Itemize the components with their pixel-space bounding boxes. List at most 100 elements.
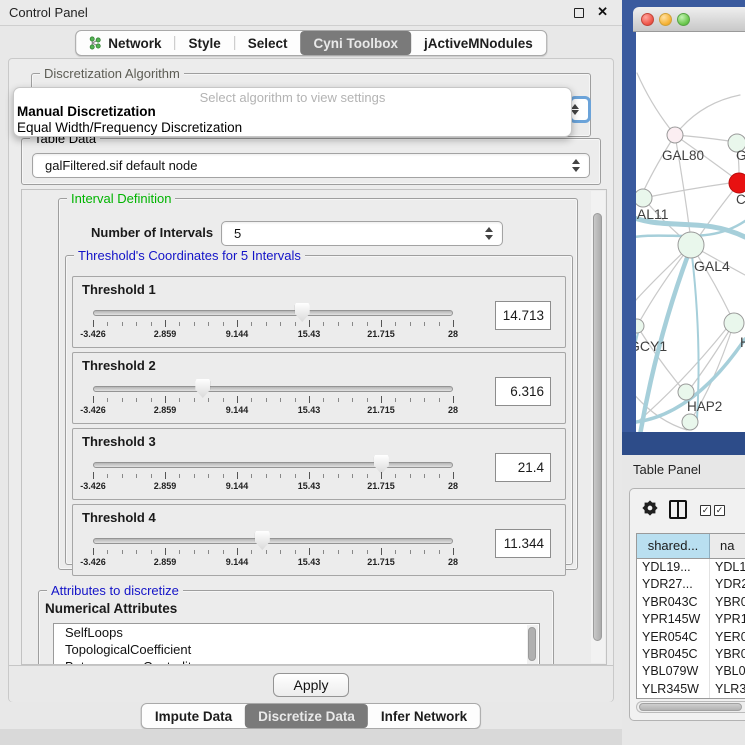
network-node[interactable] <box>667 127 683 143</box>
table-row[interactable]: YER054CYER0 <box>637 629 745 646</box>
table-data-select[interactable]: galFiltered.sif default node <box>32 153 590 178</box>
scrollbar-thumb[interactable] <box>639 703 742 711</box>
split-panel-icon[interactable] <box>669 500 687 519</box>
zoom-traffic-light-icon[interactable] <box>677 13 690 26</box>
tick-mark <box>280 550 281 554</box>
numerical-attributes-label: Numerical Attributes <box>45 601 177 616</box>
tick-mark <box>251 550 252 554</box>
tick-mark <box>107 550 108 554</box>
dropdown-option[interactable]: Manual Discretization <box>14 104 571 120</box>
threshold-value-field[interactable]: 21.4 <box>495 453 551 482</box>
network-window-titlebar[interactable] <box>633 7 745 32</box>
scrollbar-thumb[interactable] <box>593 213 602 641</box>
close-icon[interactable]: ✕ <box>597 4 608 20</box>
tab-cyni-toolbox[interactable]: Cyni Toolbox <box>301 31 412 55</box>
group-title-attributes: Attributes to discretize <box>47 583 183 598</box>
tab-network[interactable]: Network <box>76 31 174 55</box>
attribute-list-item[interactable]: TopologicalCoefficient <box>54 641 539 658</box>
threshold-value-field[interactable]: 11.344 <box>495 529 551 558</box>
node-table: shared...naYDL19...YDL1YDR27...YDR2YBR04… <box>636 533 745 699</box>
cyni-toolbox-panel: Discretization Algorithm Table Data galF… <box>8 58 614 702</box>
table-horizontal-scrollbar[interactable] <box>636 701 745 713</box>
column-header-name[interactable]: na <box>710 534 745 558</box>
tab-infer-network[interactable]: Infer Network <box>368 704 480 728</box>
minimize-traffic-light-icon[interactable] <box>659 13 672 26</box>
tick-mark <box>295 474 296 478</box>
table-cell: YER0 <box>710 629 745 646</box>
slider-tick-labels: -3.4262.8599.14415.4321.71528 <box>93 329 453 341</box>
tick-mark <box>410 474 411 478</box>
tick-label: 9.144 <box>226 557 249 567</box>
tick-mark <box>323 474 324 478</box>
slider-track <box>93 462 453 468</box>
network-canvas[interactable]: GAL80GACGAL11GAL4GCY1HHAP2 <box>636 32 745 432</box>
threshold-value-field[interactable]: 14.713 <box>495 301 551 330</box>
tick-label: 2.859 <box>154 481 177 491</box>
attribute-list-item[interactable]: BetweennessCentrality <box>54 658 539 665</box>
tab-style[interactable]: Style <box>175 31 233 55</box>
table-cell: YBR043C <box>637 594 710 611</box>
scrollbar-thumb[interactable] <box>528 627 536 661</box>
apply-button[interactable]: Apply <box>273 673 349 697</box>
settings-scrollpane: Interval Definition Number of Intervals … <box>21 189 607 665</box>
table-row[interactable]: YDL19...YDL1 <box>637 559 745 576</box>
threshold-slider[interactable]: -3.4262.8599.14415.4321.71528 <box>87 377 459 421</box>
close-traffic-light-icon[interactable] <box>641 13 654 26</box>
tick-label: 9.144 <box>226 329 249 339</box>
tick-mark <box>208 474 209 478</box>
table-panel-region: Table Panel ✓ ✓ shared...naYDL19...YDL1Y… <box>622 455 745 745</box>
slider-track <box>93 386 453 392</box>
number-of-intervals-spinner[interactable]: 5 <box>221 221 503 246</box>
dropdown-option[interactable]: Equal Width/Frequency Discretization <box>14 120 571 136</box>
table-row[interactable]: YLR345WYLR3 <box>637 681 745 698</box>
threshold-slider[interactable]: -3.4262.8599.14415.4321.71528 <box>87 301 459 345</box>
network-node[interactable] <box>724 313 744 333</box>
checkbox-icon[interactable]: ✓ <box>700 505 711 516</box>
network-node[interactable] <box>636 319 644 333</box>
gear-icon[interactable] <box>641 499 659 517</box>
tick-mark <box>266 398 267 402</box>
threshold-value-field[interactable]: 6.316 <box>495 377 551 406</box>
table-row[interactable]: YBL079WYBL0 <box>637 663 745 680</box>
column-header-shared-name[interactable]: shared... <box>637 534 710 558</box>
table-row[interactable]: YPR145WYPR1 <box>637 611 745 628</box>
table-row[interactable]: YBR043CYBR0 <box>637 594 745 611</box>
threshold-slider[interactable]: -3.4262.8599.14415.4321.71528 <box>87 453 459 497</box>
settings-scrollbar[interactable] <box>591 191 605 663</box>
checkbox-icon[interactable]: ✓ <box>714 505 725 516</box>
tick-mark <box>367 322 368 326</box>
tab-discretize-data[interactable]: Discretize Data <box>245 704 368 728</box>
table-row[interactable]: YDR27...YDR2 <box>637 576 745 593</box>
tick-mark <box>323 398 324 402</box>
tick-mark <box>338 322 339 326</box>
attributes-list-scrollbar[interactable] <box>527 625 538 665</box>
network-node[interactable] <box>678 232 704 258</box>
tick-label: 9.144 <box>226 481 249 491</box>
network-node[interactable] <box>636 189 652 207</box>
tick-mark <box>280 474 281 478</box>
numerical-attributes-list[interactable]: SelfLoopsTopologicalCoefficientBetweenne… <box>53 623 540 665</box>
tick-mark <box>453 396 454 403</box>
tick-mark <box>223 550 224 554</box>
table-row[interactable]: YBR045CYBR0 <box>637 646 745 663</box>
slider-ticks <box>93 396 453 404</box>
network-node[interactable] <box>678 384 694 400</box>
float-window-icon[interactable] <box>574 8 584 18</box>
tick-mark <box>107 474 108 478</box>
network-node[interactable] <box>729 173 745 193</box>
attribute-list-item[interactable]: SelfLoops <box>54 624 539 641</box>
tab-impute-data[interactable]: Impute Data <box>142 704 245 728</box>
table-row[interactable]: YIL053CYIL0 <box>637 698 745 699</box>
threshold-box: Threshold 2-3.4262.8599.14415.4321.71528… <box>72 352 566 424</box>
tick-mark <box>309 396 310 403</box>
group-title-interval-definition: Interval Definition <box>67 191 175 206</box>
attributes-group: Attributes to discretize Numerical Attri… <box>38 590 554 665</box>
tab-jactivemnodules[interactable]: jActiveMNodules <box>411 31 546 55</box>
tick-label: -3.426 <box>80 481 106 491</box>
network-node[interactable] <box>682 414 698 430</box>
tick-mark <box>165 548 166 555</box>
threshold-slider[interactable]: -3.4262.8599.14415.4321.71528 <box>87 529 459 573</box>
algorithm-combo-button[interactable] <box>569 96 591 123</box>
tab-select[interactable]: Select <box>235 31 301 55</box>
tab-label: Style <box>188 36 220 51</box>
